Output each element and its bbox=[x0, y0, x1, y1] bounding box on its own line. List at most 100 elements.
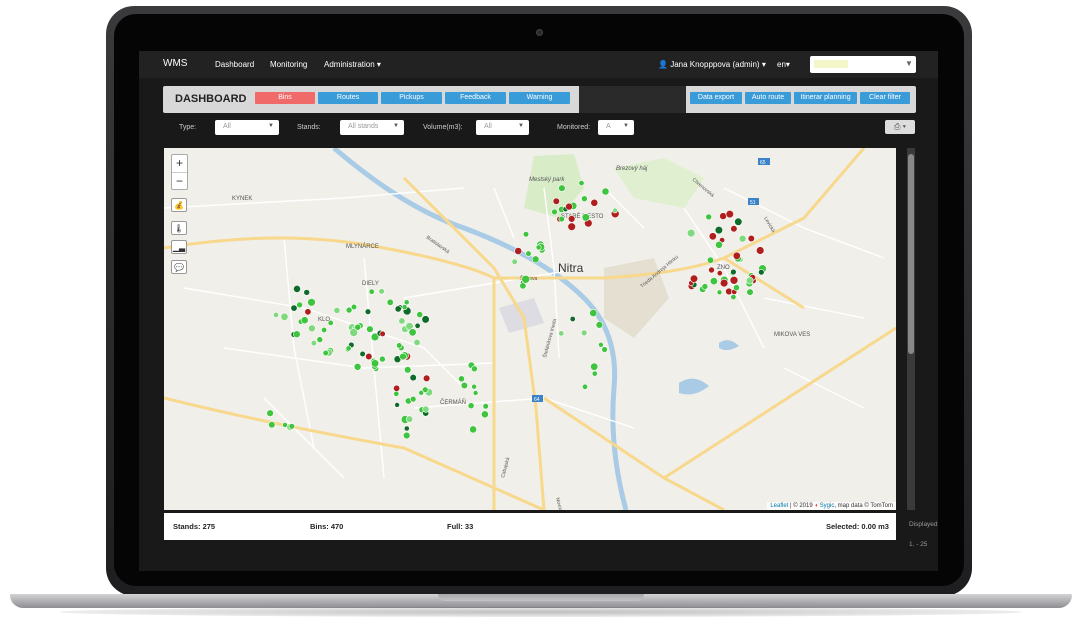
bin-marker[interactable] bbox=[354, 323, 362, 331]
bin-marker[interactable] bbox=[403, 299, 410, 306]
bin-marker[interactable] bbox=[569, 316, 576, 323]
bin-marker[interactable] bbox=[418, 390, 425, 396]
header-select[interactable]: ▼ bbox=[810, 56, 916, 73]
signal-icon[interactable]: ▁▃ bbox=[171, 240, 187, 254]
language-menu[interactable]: en▾ bbox=[777, 60, 790, 69]
bin-marker[interactable] bbox=[708, 266, 715, 274]
bin-marker[interactable] bbox=[591, 370, 598, 377]
bin-marker[interactable] bbox=[755, 246, 765, 255]
bin-marker[interactable] bbox=[378, 288, 385, 295]
sygic-link[interactable]: Sygic bbox=[820, 503, 835, 509]
bin-marker[interactable] bbox=[467, 402, 475, 410]
bin-marker[interactable] bbox=[422, 405, 430, 413]
bin-marker[interactable] bbox=[300, 316, 309, 325]
bin-marker[interactable] bbox=[403, 425, 410, 432]
bin-marker[interactable] bbox=[321, 327, 328, 334]
bin-marker[interactable] bbox=[394, 402, 400, 408]
bin-marker[interactable] bbox=[686, 228, 696, 238]
bin-marker[interactable] bbox=[522, 231, 530, 238]
bin-marker[interactable] bbox=[353, 363, 362, 371]
bin-marker[interactable] bbox=[359, 350, 366, 358]
bin-marker[interactable] bbox=[525, 250, 532, 257]
bin-marker[interactable] bbox=[413, 338, 421, 346]
bin-marker[interactable] bbox=[581, 329, 588, 337]
bin-marker[interactable] bbox=[414, 322, 421, 329]
bin-marker[interactable] bbox=[410, 395, 417, 403]
bin-marker[interactable] bbox=[558, 184, 566, 192]
tab-feedback[interactable]: Feedback bbox=[445, 92, 506, 104]
bin-marker[interactable] bbox=[458, 375, 465, 383]
bin-marker[interactable] bbox=[716, 289, 723, 296]
bin-marker[interactable] bbox=[552, 197, 560, 205]
bin-marker[interactable] bbox=[514, 247, 523, 255]
bin-marker[interactable] bbox=[715, 240, 723, 249]
bin-marker[interactable] bbox=[421, 315, 430, 324]
bin-marker[interactable] bbox=[746, 288, 754, 296]
bin-marker[interactable] bbox=[601, 187, 610, 196]
bin-marker[interactable] bbox=[730, 225, 738, 233]
bin-marker[interactable] bbox=[531, 255, 540, 264]
bin-marker[interactable] bbox=[290, 304, 298, 312]
bin-marker[interactable] bbox=[565, 202, 573, 211]
bin-marker[interactable] bbox=[706, 256, 714, 264]
bin-marker[interactable] bbox=[719, 278, 729, 288]
bin-marker[interactable] bbox=[364, 308, 372, 315]
tab-pickups[interactable]: Pickups bbox=[381, 92, 442, 104]
bin-marker[interactable] bbox=[551, 208, 558, 216]
map-canvas[interactable]: 65 51 64 KYNEK MLYNÁRCE DIELY KLO ČERMÁŇ… bbox=[164, 148, 896, 510]
bin-marker[interactable] bbox=[273, 311, 280, 318]
bin-marker[interactable] bbox=[758, 268, 765, 276]
bin-marker[interactable] bbox=[469, 425, 477, 434]
bin-marker[interactable] bbox=[482, 403, 489, 410]
bin-marker[interactable] bbox=[716, 270, 723, 277]
bin-marker[interactable] bbox=[327, 319, 334, 326]
bin-marker[interactable] bbox=[701, 283, 709, 290]
bin-marker[interactable] bbox=[745, 276, 754, 285]
bin-marker[interactable] bbox=[303, 289, 310, 296]
bin-marker[interactable] bbox=[480, 410, 489, 419]
bin-marker[interactable] bbox=[598, 342, 604, 348]
zoom-out-button[interactable]: − bbox=[172, 172, 187, 189]
bin-marker[interactable] bbox=[393, 384, 401, 392]
thermometer-icon[interactable]: 🌡 bbox=[171, 221, 187, 235]
bin-marker[interactable] bbox=[288, 423, 296, 430]
data-export-button[interactable]: Data export bbox=[690, 92, 742, 104]
tab-warning[interactable]: Warning bbox=[509, 92, 570, 104]
bin-marker[interactable] bbox=[725, 209, 734, 219]
bin-marker[interactable] bbox=[394, 305, 402, 313]
bin-marker[interactable] bbox=[567, 222, 576, 231]
bin-marker[interactable] bbox=[535, 244, 542, 251]
clear-filter-button[interactable]: Clear filter bbox=[860, 92, 910, 104]
bin-marker[interactable] bbox=[280, 312, 289, 321]
nav-dashboard[interactable]: Dashboard bbox=[215, 60, 254, 69]
bin-marker[interactable] bbox=[293, 284, 301, 293]
bin-marker[interactable] bbox=[719, 212, 727, 220]
itinerar-planning-button[interactable]: Itinerar planning bbox=[794, 92, 857, 104]
bin-marker[interactable] bbox=[422, 374, 431, 383]
bin-marker[interactable] bbox=[404, 366, 412, 374]
bin-marker[interactable] bbox=[293, 330, 301, 338]
nav-monitoring[interactable]: Monitoring bbox=[270, 60, 307, 69]
auto-route-button[interactable]: Auto route bbox=[745, 92, 791, 104]
bin-marker[interactable] bbox=[399, 352, 407, 361]
bin-marker[interactable] bbox=[333, 306, 341, 314]
leaflet-link[interactable]: Leaflet bbox=[770, 503, 788, 509]
bin-marker[interactable] bbox=[401, 304, 408, 310]
bin-marker[interactable] bbox=[612, 207, 618, 214]
bin-marker[interactable] bbox=[368, 288, 375, 295]
bin-marker[interactable] bbox=[460, 381, 469, 390]
bin-marker[interactable] bbox=[296, 301, 303, 309]
type-select[interactable]: All ▼ bbox=[215, 120, 279, 135]
nav-administration[interactable]: Administration ▾ bbox=[324, 60, 381, 69]
bin-marker[interactable] bbox=[310, 340, 317, 347]
bin-marker[interactable] bbox=[416, 311, 424, 318]
bin-marker[interactable] bbox=[590, 198, 599, 207]
bin-marker[interactable] bbox=[709, 277, 718, 286]
bin-marker[interactable] bbox=[379, 355, 386, 363]
stands-select[interactable]: All stands ▼ bbox=[340, 120, 404, 135]
bin-marker[interactable] bbox=[730, 294, 737, 301]
bin-marker[interactable] bbox=[708, 232, 717, 241]
user-menu[interactable]: 👤 Jana Knopppova (admin) ▾ bbox=[658, 60, 766, 69]
bin-marker[interactable] bbox=[365, 352, 373, 361]
bin-marker[interactable] bbox=[511, 258, 518, 265]
